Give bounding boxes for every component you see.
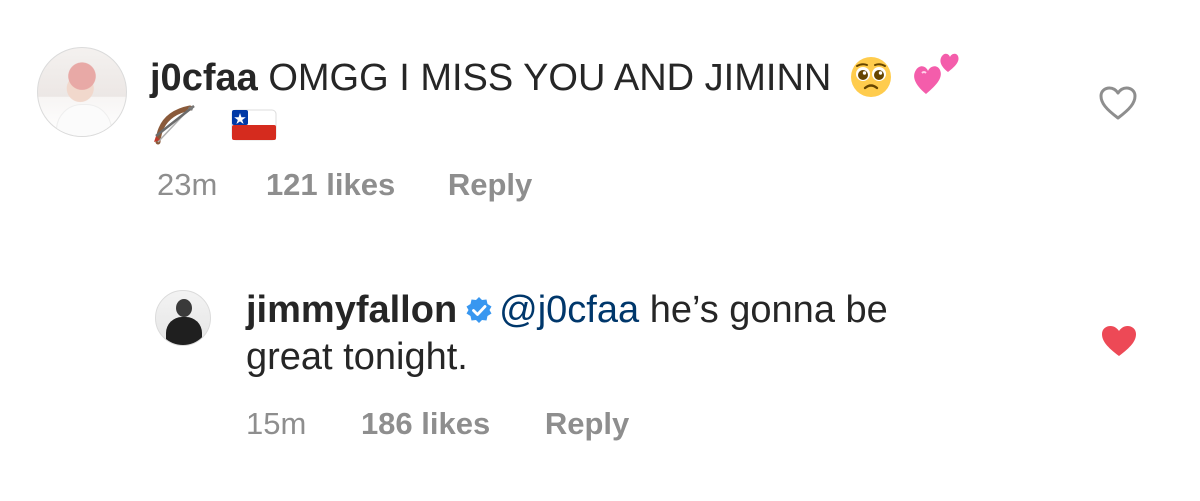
comment-text-line: j0cfaa OMGG I MISS YOU AND JIMINN [150, 53, 964, 101]
comment-text: he’s gonna be [639, 289, 888, 331]
like-heart-icon[interactable] [1098, 85, 1138, 121]
reply-button[interactable]: Reply [448, 167, 532, 202]
comment-text-line: jimmyfallon @j0cfaa he’s gonna be [246, 287, 888, 333]
avatar-photo [56, 104, 112, 136]
comment-text: OMGG I MISS YOU AND JIMINN [268, 57, 832, 99]
avatar-photo [176, 299, 192, 317]
bow-and-arrow-emoji [154, 104, 195, 145]
comment-likes[interactable]: 121 likes [266, 167, 395, 202]
comment-time[interactable]: 23m [157, 167, 217, 202]
reply-button[interactable]: Reply [545, 406, 629, 441]
flag-chile-emoji [231, 109, 277, 141]
username[interactable]: j0cfaa [150, 57, 258, 99]
liked-heart-icon[interactable] [1099, 323, 1139, 359]
comment-text: great tonight. [246, 336, 468, 378]
comment-meta: 23m 121 likes Reply [157, 167, 532, 203]
comment-emoji-line [150, 100, 277, 148]
avatar[interactable] [37, 47, 127, 137]
two-hearts-emoji [914, 53, 959, 94]
avatar[interactable] [155, 290, 211, 346]
comment-likes[interactable]: 186 likes [361, 406, 490, 441]
comment-time[interactable]: 15m [246, 406, 306, 441]
comment-text-line: great tonight. [246, 334, 468, 380]
verified-badge-icon [466, 296, 492, 323]
comment-meta: 15m 186 likes Reply [246, 406, 629, 442]
pleading-face-emoji [850, 56, 891, 97]
mention-link[interactable]: @j0cfaa [499, 289, 639, 331]
username[interactable]: jimmyfallon [246, 289, 457, 331]
avatar-photo [166, 317, 202, 345]
